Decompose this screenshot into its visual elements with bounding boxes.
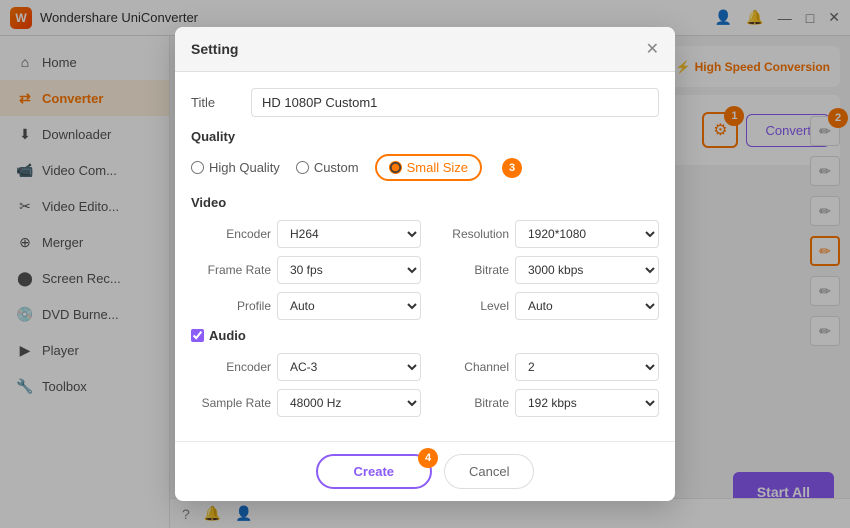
sample-rate-select[interactable]: 48000 Hz [277,389,421,417]
profile-select[interactable]: Auto [277,292,421,320]
audio-settings-grid: Encoder AC-3 Sample Rate 48000 Hz [191,353,659,425]
quality-small-radio[interactable] [389,161,402,174]
setting-modal: Setting ✕ Title Quality High Quality Cus… [175,27,675,501]
quality-small-option[interactable]: Small Size [375,154,482,181]
resolution-select[interactable]: 1920*1080 [515,220,659,248]
modal-close-button[interactable]: ✕ [646,39,659,59]
modal-overlay: Setting ✕ Title Quality High Quality Cus… [0,0,850,528]
audio-checkbox[interactable] [191,329,204,342]
quality-custom-radio[interactable] [296,161,309,174]
audio-bitrate-select[interactable]: 192 kbps [515,389,659,417]
video-section-title: Video [191,195,659,210]
bitrate-label: Bitrate [429,263,509,277]
create-button[interactable]: Create 4 [316,454,432,489]
title-row: Title [191,88,659,117]
audio-checkbox-label[interactable]: Audio [191,328,659,343]
encoder-row: Encoder H264 Frame Rate 30 fps Profile [191,220,421,328]
level-select[interactable]: Auto [515,292,659,320]
badge-4: 4 [418,448,438,468]
badge-3: 3 [502,158,522,178]
quality-high-option[interactable]: High Quality [191,160,280,175]
title-input[interactable] [251,88,659,117]
modal-title: Setting [191,41,238,57]
encoder-field: Encoder H264 [191,220,421,248]
title-label: Title [191,95,251,110]
quality-high-radio[interactable] [191,161,204,174]
encoder-label: Encoder [191,227,271,241]
resolution-label: Resolution [429,227,509,241]
profile-field: Profile Auto [191,292,421,320]
modal-footer: Create 4 Cancel [175,441,675,501]
audio-encoder-field: Encoder AC-3 [191,353,421,381]
level-field: Level Auto [429,292,659,320]
framerate-label: Frame Rate [191,263,271,277]
framerate-field: Frame Rate 30 fps [191,256,421,284]
resolution-field: Resolution 1920*1080 [429,220,659,248]
audio-encoder-label: Encoder [191,360,271,374]
channel-field: Channel 2 [429,353,659,381]
encoder-select[interactable]: H264 [277,220,421,248]
profile-label: Profile [191,299,271,313]
quality-section-title: Quality [191,129,659,144]
quality-custom-option[interactable]: Custom [296,160,359,175]
modal-body: Title Quality High Quality Custom Small … [175,72,675,441]
quality-options-row: High Quality Custom Small Size 3 [191,154,659,181]
audio-bitrate-label: Bitrate [429,396,509,410]
bitrate-select[interactable]: 3000 kbps [515,256,659,284]
level-label: Level [429,299,509,313]
channel-select[interactable]: 2 [515,353,659,381]
sample-rate-field: Sample Rate 48000 Hz [191,389,421,417]
audio-right-col: Channel 2 Bitrate 192 kbps [429,353,659,425]
audio-left-col: Encoder AC-3 Sample Rate 48000 Hz [191,353,421,425]
channel-label: Channel [429,360,509,374]
cancel-button[interactable]: Cancel [444,454,534,489]
audio-bitrate-field: Bitrate 192 kbps [429,389,659,417]
framerate-select[interactable]: 30 fps [277,256,421,284]
audio-encoder-select[interactable]: AC-3 [277,353,421,381]
modal-header: Setting ✕ [175,27,675,72]
bitrate-field: Bitrate 3000 kbps [429,256,659,284]
video-settings-grid: Encoder H264 Frame Rate 30 fps Profile [191,220,659,328]
sample-rate-label: Sample Rate [191,396,271,410]
resolution-col: Resolution 1920*1080 Bitrate 3000 kbps L… [429,220,659,328]
